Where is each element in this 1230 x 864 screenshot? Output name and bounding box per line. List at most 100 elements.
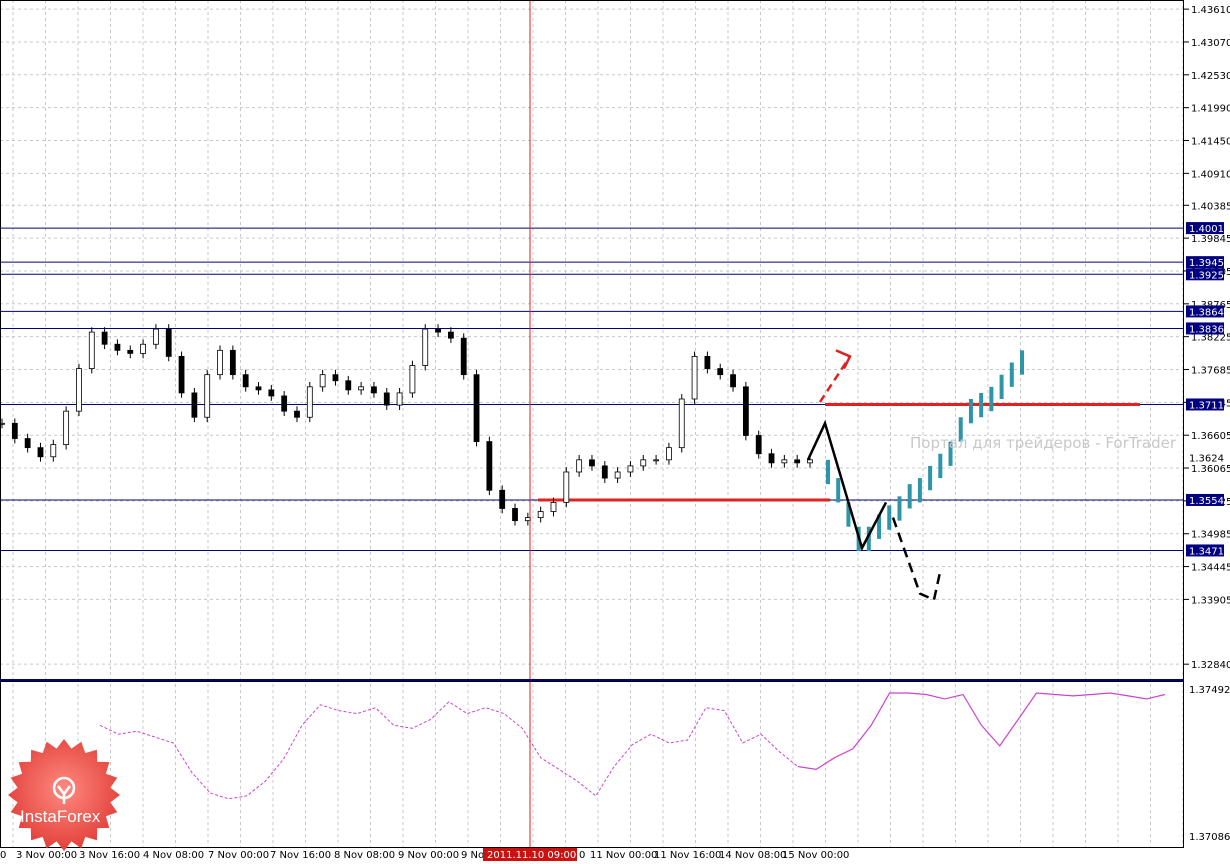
- time-axis: 0 3 Nov 00:00 3 Nov 16:00 4 Nov 08:00 7 Nov …: [0, 850, 849, 861]
- candle-body: [396, 392, 403, 406]
- price-tick-label: 1.43610: [1191, 5, 1230, 16]
- candle-body: [383, 392, 390, 406]
- forecast-bar: [917, 478, 922, 503]
- candle-body: [50, 444, 57, 458]
- level-label: 1.3554: [1189, 496, 1224, 507]
- osc-line-dashed: [99, 701, 799, 800]
- time-label: 0: [0, 850, 6, 861]
- candle-body: [76, 368, 82, 412]
- osc-tick-label: 1.37086: [1189, 832, 1230, 843]
- forecast-bar: [897, 496, 902, 521]
- forecast-bar: [928, 465, 933, 491]
- candle-body: [576, 459, 583, 473]
- price-tick-label: 1.34985: [1191, 530, 1230, 541]
- forecast-bar: [887, 505, 892, 530]
- crosshair-time-badge: 2011.11.10 09:00: [483, 848, 577, 861]
- candle-body: [614, 471, 621, 479]
- candle-body: [294, 410, 300, 418]
- price-tick-label: 1.34445: [1191, 563, 1230, 574]
- candle-body: [140, 343, 146, 354]
- osc-tick-label: 1.37492: [1189, 685, 1230, 696]
- forecast-bar: [979, 392, 984, 418]
- candle-body: [114, 343, 121, 351]
- time-label: 7 Nov 16:00: [270, 850, 331, 861]
- forecast-bar: [968, 398, 973, 424]
- level-label: 1.4001: [1189, 224, 1224, 235]
- candle-body: [589, 459, 595, 467]
- forecast-bar: [907, 484, 912, 509]
- time-label: 4 Nov 08:00: [143, 850, 204, 861]
- watermark-text: Портал для трейдеров - ForTrader: [910, 434, 1177, 452]
- main-panel-frame: [0, 0, 1184, 680]
- current-price-label: 1.3624: [1189, 453, 1224, 464]
- price-tick-label: 1.41450: [1191, 137, 1230, 148]
- candle-body: [563, 471, 570, 503]
- forecast-bar: [938, 453, 943, 479]
- instaforex-logo: InstaForex: [8, 739, 120, 851]
- candle-body: [730, 374, 736, 388]
- level-label: 1.3864: [1189, 307, 1224, 318]
- osc-panel-frame: [0, 681, 1184, 848]
- candle-body: [640, 459, 647, 467]
- candle-body: [794, 459, 801, 464]
- candle-body: [704, 356, 711, 369]
- candle-body: [153, 328, 159, 345]
- candle-body: [627, 465, 634, 473]
- candle-body: [422, 328, 429, 366]
- candle-body: [666, 447, 672, 461]
- candle-body: [460, 337, 467, 376]
- time-label: 11 Nov 00:00: [590, 850, 657, 861]
- price-tick-label: 1.39845: [1191, 234, 1230, 245]
- candle-body: [781, 459, 788, 464]
- candle-body: [63, 410, 70, 446]
- price-tick-label: 1.32840: [1191, 660, 1230, 671]
- price-tick-label: 1.40910: [1191, 169, 1230, 180]
- candle-body: [101, 331, 108, 345]
- candle-body: [242, 374, 249, 388]
- forecast-bar: [1009, 362, 1014, 387]
- level-label: 1.3711: [1189, 400, 1224, 411]
- candle-body: [11, 422, 18, 439]
- candle-body: [306, 386, 313, 418]
- forecast-bar: [836, 478, 841, 503]
- candle-body: [537, 511, 544, 519]
- candle-body: [345, 380, 352, 391]
- level-label: 1.3945: [1189, 258, 1224, 269]
- candle-body: [447, 331, 454, 339]
- candle-body: [678, 398, 685, 449]
- forecast-bar: [826, 459, 830, 485]
- candle-body: [486, 441, 493, 491]
- candle-body: [88, 331, 95, 369]
- price-tick-label: 1.33905: [1191, 595, 1230, 606]
- price-tick-label: 1.43070: [1191, 38, 1230, 49]
- price-tick-label: 1.40385: [1191, 201, 1230, 212]
- candle-body: [217, 349, 223, 376]
- forecast-down-dashed: [891, 517, 942, 602]
- candle-body: [319, 374, 326, 388]
- candle-body: [37, 447, 44, 458]
- oscillator: [99, 692, 1166, 800]
- osc-line: [797, 692, 1166, 771]
- candle-body: [281, 395, 288, 412]
- candle-body: [512, 508, 518, 522]
- level-label: 1.3925: [1189, 270, 1224, 281]
- candle-body: [653, 459, 659, 462]
- price-tick-label: 1.37685: [1191, 365, 1230, 376]
- price-tick-label: 1.42530: [1191, 71, 1230, 82]
- time-label: 9 Nov 00:00: [398, 850, 459, 861]
- time-label: 0: [579, 850, 585, 861]
- candle-body: [127, 349, 134, 354]
- candle-body: [178, 356, 185, 394]
- logo-text: InstaForex: [20, 807, 101, 826]
- price-candles: [0, 324, 813, 526]
- candle-body: [742, 386, 749, 436]
- candle-body: [204, 374, 211, 418]
- candle-body: [550, 501, 557, 512]
- time-label: 3 Nov 16:00: [79, 850, 140, 861]
- candle-body: [601, 465, 608, 479]
- time-label: 7 Nov 00:00: [208, 850, 269, 861]
- candle-body: [165, 328, 172, 357]
- candle-body: [268, 389, 275, 397]
- time-label: 11 Nov 16:00: [654, 850, 721, 861]
- price-tick-label: 1.41990: [1191, 104, 1230, 115]
